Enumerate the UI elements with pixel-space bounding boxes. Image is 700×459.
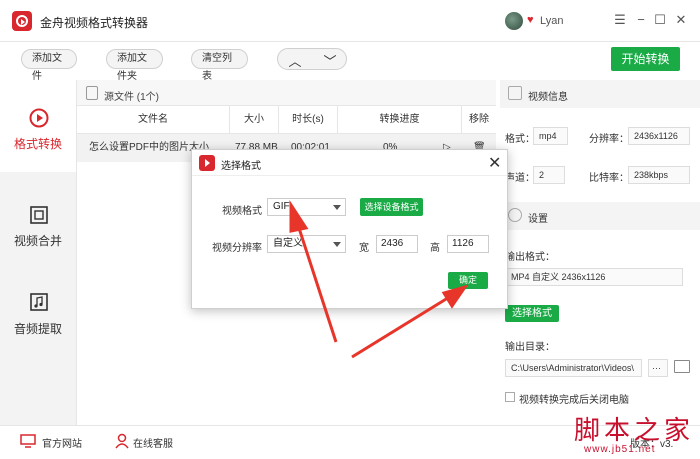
dialog-close-icon[interactable]: ✕ <box>488 153 501 173</box>
app-title: 金舟视频格式转换器 <box>40 16 149 30</box>
username[interactable]: Lyan <box>540 15 563 27</box>
height-input[interactable]: 1126 <box>447 235 489 253</box>
sidebar-item-audio[interactable]: 音频提取 <box>0 278 76 370</box>
resolution-value: 2436x1126 <box>628 127 690 145</box>
select-format-dialog: 选择格式 ✕ 视频格式 GIF 选择设备格式 视频分辨率 自定义 宽 2436 … <box>191 149 508 309</box>
folder-icon[interactable] <box>674 360 690 373</box>
height-label: 高 <box>430 243 440 254</box>
watermark-url: www.jb51.net <box>584 444 656 455</box>
video-info-header: 视频信息 <box>500 80 700 108</box>
output-dir-field[interactable]: C:\Users\Administrator\Videos\ <box>505 359 642 377</box>
format-label: 格式： <box>505 134 535 145</box>
video-info-title: 视频信息 <box>528 92 568 103</box>
close-icon[interactable]: ✕ <box>673 12 689 28</box>
output-format-value: MP4 自定义 2436x1126 <box>505 268 683 286</box>
dialog-header: 选择格式 ✕ <box>192 150 507 176</box>
column-header[interactable]: 大小 <box>230 106 279 134</box>
avatar[interactable] <box>505 12 523 30</box>
online-service-link[interactable]: 在线客服 <box>133 435 173 450</box>
move-up-icon[interactable]: ︿ <box>278 51 312 70</box>
vip-icon: ♥ <box>527 14 534 26</box>
bitrate-label: 比特率： <box>589 173 629 184</box>
select-format-button[interactable]: 选择格式 <box>505 305 559 322</box>
format-value: mp4 <box>533 127 568 145</box>
bitrate-value: 238kbps <box>628 166 690 184</box>
video-format-select[interactable]: GIF <box>267 198 346 216</box>
source-header: 源文件 (1个) <box>77 80 496 106</box>
file-icon <box>86 86 98 100</box>
column-header[interactable]: 时长(s) <box>279 106 338 134</box>
maximize-icon[interactable]: ☐ <box>652 12 668 28</box>
video-format-label: 视频格式 <box>222 206 262 217</box>
settings-header: 设置 <box>500 202 700 230</box>
output-format-label: 输出格式： <box>505 252 555 263</box>
width-input[interactable]: 2436 <box>376 235 418 253</box>
menu-icon[interactable]: ☰ <box>612 12 628 28</box>
video-format-value: GIF <box>273 201 290 212</box>
service-icon <box>115 433 129 449</box>
sidebar-item-label: 音频提取 <box>13 322 62 336</box>
resolution-label: 分辨率： <box>589 134 629 145</box>
add-folder-button[interactable]: 添加文件夹 <box>106 49 163 82</box>
monitor-icon <box>20 434 36 448</box>
shutdown-checkbox[interactable] <box>505 392 515 402</box>
clear-list-button[interactable]: 清空列表 <box>191 49 248 82</box>
chevron-down-icon <box>333 205 341 210</box>
sidebar-item-merge[interactable]: 视频合并 <box>0 185 76 277</box>
video-resolution-label: 视频分辨率 <box>212 243 262 254</box>
sidebar-item-label: 视频合并 <box>13 234 62 248</box>
watermark: 脚本之家 www.jb51.net <box>560 410 700 459</box>
resolution-mode-value: 自定义 <box>273 238 303 249</box>
browse-button[interactable]: ··· <box>648 359 668 377</box>
minimize-icon[interactable]: − <box>633 12 649 28</box>
output-dir-label: 输出目录： <box>505 342 555 353</box>
title-bar: 金舟视频格式转换器 ♥ Lyan ☰ − ☐ ✕ <box>0 0 700 42</box>
sidebar-item-convert[interactable]: 格式转换 <box>0 80 76 172</box>
chevron-down-icon <box>333 242 341 247</box>
video-info-icon <box>508 86 522 100</box>
channel-label: 声道： <box>505 173 535 184</box>
source-count: 源文件 (1个) <box>104 92 159 103</box>
sidebar: 格式转换 视频合并 音频提取 <box>0 80 76 425</box>
toolbar: 添加文件 添加文件夹 清空列表 ︿ ﹀ 开始转换 <box>0 42 700 82</box>
merge-icon <box>30 206 48 224</box>
channel-value: 2 <box>533 166 565 184</box>
right-panel: 视频信息 格式： mp4 分辨率： 2436x1126 声道： 2 比特率： 2… <box>500 80 700 425</box>
start-convert-button[interactable]: 开始转换 <box>611 47 680 71</box>
audio-icon <box>30 293 48 311</box>
shutdown-label: 视频转换完成后关闭电脑 <box>519 395 629 406</box>
confirm-button[interactable]: 确定 <box>448 272 488 289</box>
width-label: 宽 <box>359 243 369 254</box>
move-down-icon[interactable]: ﹀ <box>313 51 347 70</box>
sidebar-item-label: 格式转换 <box>13 137 62 151</box>
column-header[interactable]: 文件名 <box>77 106 230 134</box>
settings-title: 设置 <box>528 214 548 225</box>
convert-icon <box>29 108 49 128</box>
device-format-button[interactable]: 选择设备格式 <box>360 198 423 216</box>
column-header: 移除 <box>462 106 496 134</box>
app-logo-icon <box>12 11 32 31</box>
dialog-title: 选择格式 <box>221 161 261 172</box>
gear-icon <box>508 208 522 222</box>
official-site-link[interactable]: 官方网站 <box>42 435 82 450</box>
move-arrows: ︿ ﹀ <box>277 48 347 70</box>
add-file-button[interactable]: 添加文件 <box>21 49 77 82</box>
watermark-title: 脚本之家 <box>574 416 695 446</box>
dialog-logo-icon <box>199 155 215 171</box>
column-header[interactable]: 转换进度 <box>338 106 462 134</box>
resolution-mode-select[interactable]: 自定义 <box>267 235 346 253</box>
